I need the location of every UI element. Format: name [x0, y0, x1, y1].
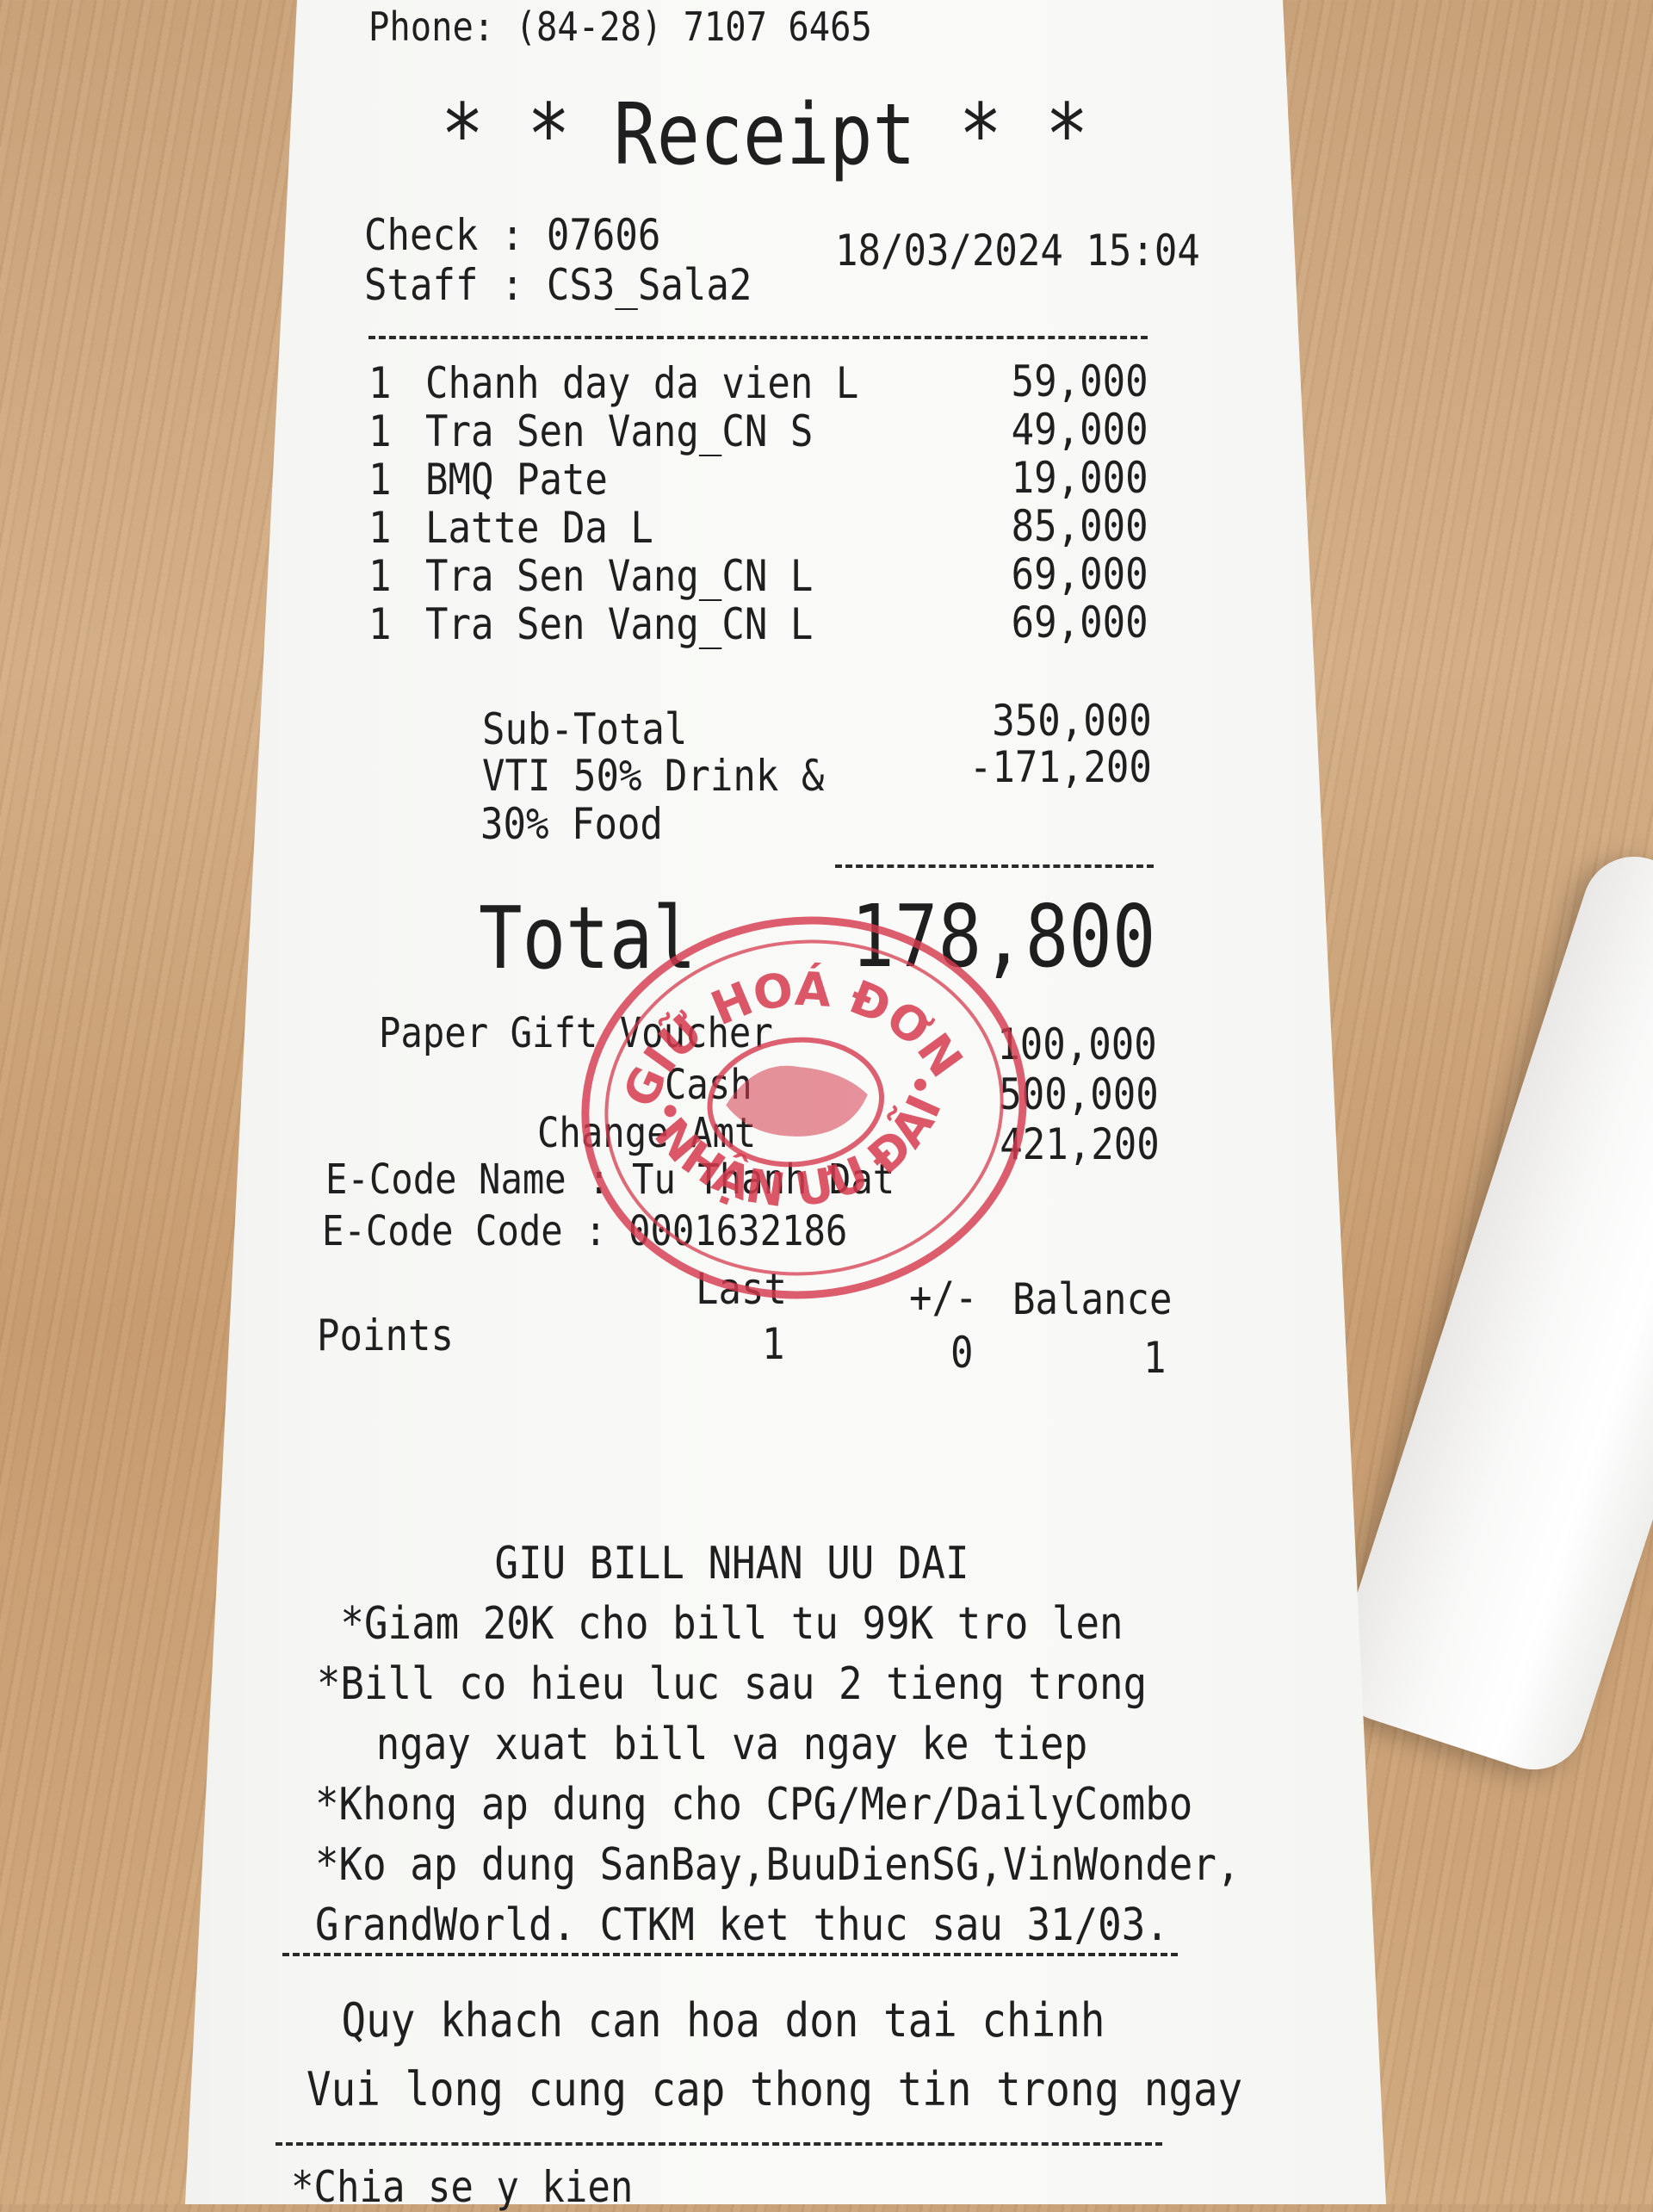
receipt-title: * * Receipt * * — [441, 86, 1089, 184]
footer-line: Vui long cung cap thong tin trong ngay — [306, 2062, 1243, 2116]
item-name: Tra Sen Vang_CN S — [425, 406, 814, 456]
item-qty: 1 — [368, 551, 392, 601]
item-price: 59,000 — [1012, 356, 1148, 406]
item-price: 69,000 — [1012, 598, 1148, 647]
points-balance: 1 — [1143, 1333, 1167, 1383]
check-number: Check : 07606 — [364, 210, 661, 260]
promo-line: *Ko ap dung SanBay,BuuDienSG,VinWonder, — [315, 1839, 1241, 1891]
subtotal-value: 350,000 — [992, 696, 1152, 746]
discount-label-2: 30% Food — [480, 799, 663, 849]
promo-line: *Giam 20K cho bill tu 99K tro len — [340, 1598, 1124, 1650]
total-divider — [835, 864, 1154, 868]
subtotal-label: Sub-Total — [482, 704, 688, 754]
white-device — [1322, 843, 1653, 1783]
item-name: Chanh day da vien L — [425, 358, 859, 408]
promo-stamp: GIỮ HOÁ ĐƠN NHẬN ƯU ĐÃI — [562, 895, 1046, 1321]
promo-divider — [282, 1953, 1178, 1956]
item-name: BMQ Pate — [425, 455, 608, 505]
points-last: 1 — [762, 1319, 785, 1369]
promo-line: *Bill co hieu luc sau 2 tieng trong — [316, 1658, 1148, 1710]
item-qty: 1 — [368, 406, 392, 456]
staff-id: Staff : CS3_Sala2 — [364, 260, 752, 310]
item-price: 19,000 — [1012, 453, 1148, 503]
item-price: 69,000 — [1012, 549, 1148, 599]
item-name: Tra Sen Vang_CN L — [425, 551, 814, 601]
item-qty: 1 — [368, 358, 392, 408]
discount-value: -171,200 — [969, 742, 1152, 792]
discount-label-1: VTI 50% Drink & — [482, 751, 825, 801]
points-header-delta: +/- — [909, 1273, 978, 1323]
item-qty: 1 — [368, 503, 392, 553]
item-name: Tra Sen Vang_CN L — [425, 599, 814, 649]
points-label: Points — [317, 1310, 454, 1360]
item-price: 49,000 — [1012, 405, 1148, 455]
promo-heading: GIU BILL NHAN UU DAI — [494, 1538, 969, 1589]
promo-line: ngay xuat bill va ngay ke tiep — [375, 1719, 1088, 1770]
receipt-datetime: 18/03/2024 15:04 — [835, 226, 1200, 276]
footer-partial: *Chia se y kien — [291, 2162, 634, 2212]
stamp-logo-icon — [726, 1065, 868, 1137]
promo-line: *Khong ap dung cho CPG/Mer/DailyCombo — [315, 1779, 1193, 1831]
points-delta: 0 — [950, 1328, 974, 1378]
footer-line: Quy khach can hoa don tai chinh — [341, 1993, 1105, 2048]
promo-line: GrandWorld. CTKM ket thuc sau 31/03. — [315, 1899, 1169, 1951]
footer-divider — [276, 2142, 1162, 2146]
divider — [368, 336, 1148, 339]
points-header-balance: Balance — [1012, 1274, 1173, 1324]
item-name: Latte Da L — [425, 503, 653, 553]
item-qty: 1 — [368, 599, 392, 649]
stamp-graphic: GIỮ HOÁ ĐƠN NHẬN ƯU ĐÃI — [601, 944, 976, 1233]
phone-line: Phone: (84-28) 7107 6465 — [368, 3, 872, 50]
item-price: 85,000 — [1012, 501, 1148, 551]
item-qty: 1 — [368, 455, 392, 505]
